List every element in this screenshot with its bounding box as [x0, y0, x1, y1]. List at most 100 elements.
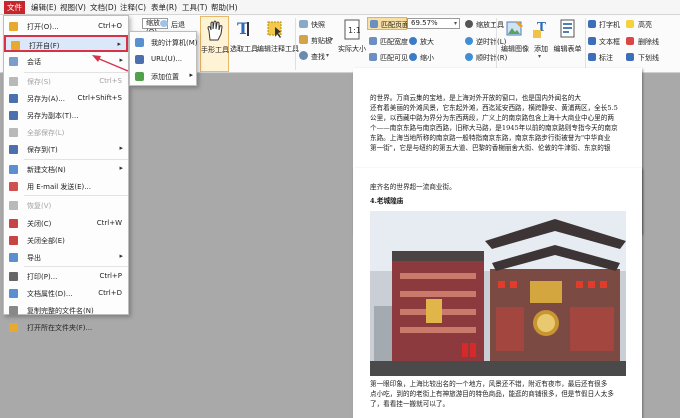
camera-icon	[299, 20, 308, 28]
strikeout-button[interactable]: 删除线	[638, 37, 659, 47]
select-text-button[interactable]: T 选取工具	[230, 16, 258, 72]
page1-text-line: 的世界。万商云集的宝地，是上海对外开放的窗口，也是国内外闻名的大	[370, 94, 581, 102]
highlight-icon	[626, 20, 634, 28]
page1-text-line: 个——南京东路与南京西路，旧称大马路，是1945年以前的南京路则专指今天的南京	[370, 124, 618, 132]
add-button[interactable]: T 添加 ▾	[531, 16, 551, 72]
menu-tools[interactable]: 工具(T)	[180, 2, 209, 13]
select-text-label: 选取工具	[230, 45, 258, 53]
menu-comment[interactable]: 注释(C)	[118, 2, 148, 13]
file-menu-item-document-properties[interactable]: 文档属性(D)... Ctrl+D	[4, 285, 128, 302]
file-menu-item-label: 导出	[27, 254, 41, 262]
snapshot-button[interactable]: 快照	[311, 20, 325, 30]
file-menu-item-shortcut: Ctrl+S	[99, 77, 122, 85]
submenu-item-label: URL(U)...	[151, 55, 183, 63]
edit-form-button[interactable]: 编辑表单	[552, 16, 583, 72]
file-menu-item-label: 打开所在文件夹(F)...	[27, 324, 93, 332]
file-menu-item-save[interactable]: 保存(S) Ctrl+S	[4, 73, 128, 90]
actual-size-button[interactable]: 1:1 实际大小	[337, 16, 367, 72]
underline-button[interactable]: 下划线	[638, 53, 659, 63]
toolbar-separator	[585, 18, 586, 70]
file-menu-item-save-as[interactable]: 另存为(A)... Ctrl+Shift+S	[4, 90, 128, 107]
file-menu-item-open-from[interactable]: 打开自(F) ▸	[4, 35, 128, 52]
file-menu-item-open-containing-folder[interactable]: 打开所在文件夹(F)...	[4, 319, 128, 336]
clipboard-dropdown-icon[interactable]: ▾	[330, 36, 333, 43]
file-menu-item-label: 复制完整的文件名(N)	[27, 307, 94, 315]
hand-icon	[207, 20, 223, 41]
menu-view[interactable]: 视图(V)	[58, 2, 88, 13]
clipboard-button[interactable]: 剪贴板	[311, 36, 332, 46]
submenu-item-my-computer[interactable]: 我的计算机(M)	[130, 34, 198, 51]
file-menu-item-shortcut: Ctrl+Shift+S	[77, 94, 122, 102]
edit-annotation-icon	[267, 21, 282, 38]
file-menu-item-label: 另存为副本(T)...	[27, 112, 79, 120]
submenu-arrow-icon: ▸	[119, 164, 123, 172]
page1-text-line: 第一街"，它是与纽约的第五大道、巴黎的香榭丽舍大街、伦敦的牛津街、东京的银	[370, 144, 611, 152]
file-menu: 打开(O)... Ctrl+O 打开自(F) ▸ 会话 ▸ 保存(S) Ctrl+S 另存为(A…	[3, 15, 129, 332]
url-icon	[135, 55, 144, 64]
page2-body-line: 座齐名的世界超一流商业街。	[370, 183, 456, 191]
toolbar-separator	[496, 18, 497, 70]
open-containing-folder-icon	[9, 323, 18, 332]
save-to-icon	[9, 145, 18, 154]
file-menu-item-save-as-copy[interactable]: 另存为副本(T)...	[4, 107, 128, 124]
menu-document[interactable]: 文档(D)	[88, 2, 119, 13]
strikeout-icon	[626, 37, 634, 45]
file-menu-item-open[interactable]: 打开(O)... Ctrl+O	[4, 18, 128, 35]
hand-tool-button[interactable]: 手形工具	[200, 16, 229, 72]
fit-width-button[interactable]: 匹配宽度	[380, 37, 408, 47]
edit-image-button[interactable]: 编辑图像	[499, 16, 531, 72]
save-all-icon	[9, 128, 18, 137]
rotate-left-icon	[465, 37, 473, 45]
submenu-arrow-icon: ▸	[119, 56, 123, 64]
textbox-button[interactable]: 文本框	[599, 37, 620, 47]
file-menu-item-export[interactable]: 导出 ▸	[4, 249, 128, 266]
find-button[interactable]: 查找	[311, 52, 325, 62]
menu-form[interactable]: 表单(R)	[149, 2, 179, 13]
typewriter-button[interactable]: 打字机	[599, 20, 620, 30]
menu-bar: 文件 编辑(E) 视图(V) 文档(D) 注释(C) 表单(R) 工具(T) 帮…	[0, 0, 680, 15]
file-menu-item-save-all[interactable]: 全部保存(L)	[4, 124, 128, 141]
page2-caption-text: 第一眼印象，上海比较出名的一个地方，风景还不错，附近有夜市，最后还有很多 点小吃，…	[370, 379, 628, 409]
textbox-icon	[588, 37, 596, 45]
file-menu-item-close-all[interactable]: 关闭全部(E)	[4, 232, 128, 249]
highlight-button[interactable]: 高亮	[638, 20, 652, 30]
rotate-right-icon	[465, 53, 473, 61]
find-dropdown-icon[interactable]: ▾	[326, 52, 329, 59]
file-menu-item-save-to[interactable]: 保存到(T) ▸	[4, 141, 128, 158]
edit-annotation-button[interactable]: 编辑注释工具	[257, 16, 299, 72]
menu-file[interactable]: 文件	[4, 1, 25, 14]
menu-separator	[24, 195, 128, 196]
menu-separator	[24, 72, 128, 73]
hand-tool-label: 手形工具	[201, 46, 229, 54]
new-document-icon	[9, 165, 18, 174]
file-menu-item-session[interactable]: 会话 ▸	[4, 53, 128, 70]
file-menu-item-new-document[interactable]: 新建文档(N) ▸	[4, 161, 128, 178]
callout-button[interactable]: 标注	[599, 53, 613, 63]
zoom-in-button[interactable]: 放大	[420, 37, 434, 47]
zoom-out-button[interactable]: 缩小	[420, 53, 434, 63]
typewriter-icon	[588, 20, 596, 28]
zoom-in-icon	[409, 37, 417, 45]
file-menu-item-email[interactable]: 用 E-mail 发送(E)...	[4, 178, 128, 195]
submenu-item-add-place[interactable]: 添加位置 ▸	[130, 68, 196, 85]
file-menu-item-print[interactable]: 打印(P)... Ctrl+P	[4, 268, 128, 285]
submenu-item-url[interactable]: URL(U)...	[130, 51, 196, 68]
page1-text-line: 东路。上海当地所称的南京路一般特指南京东路，南京东路步行街被誉为"中华商业	[370, 134, 611, 142]
file-menu-item-label: 打开(O)...	[27, 23, 59, 31]
page1-body-text: 的世界。万商云集的宝地，是上海对外开放的窗口，也是国内外闻名的大 还有着美丽的外滩…	[370, 93, 628, 153]
fit-page-button[interactable]: 匹配页面	[367, 17, 409, 30]
page2-caption-line: 了，看看挂一搬就可以了。	[370, 400, 450, 408]
fit-page-icon	[370, 20, 378, 28]
menu-help[interactable]: 帮助(H)	[209, 2, 240, 13]
submenu-arrow-icon: ▸	[119, 144, 123, 152]
back-button[interactable]: 后退	[171, 20, 185, 30]
zoom-level-combo[interactable]: 69.57% ▾	[407, 18, 460, 29]
page1-text-line: 公里，以西藏中路为界分为东西两段，广义上的南京路包含上海十大商业中心里的两	[370, 114, 614, 122]
zoom-tool-dropdown-icon[interactable]: ▾	[492, 20, 495, 27]
file-menu-item-label: 保存(S)	[27, 78, 51, 86]
file-menu-item-close[interactable]: 关闭(C) Ctrl+W	[4, 215, 128, 232]
menu-edit[interactable]: 编辑(E)	[29, 2, 59, 13]
file-menu-item-copy-full-filename[interactable]: 复制完整的文件名(N)	[4, 302, 128, 319]
fit-visible-button[interactable]: 匹配可见	[380, 53, 408, 63]
file-menu-item-revert[interactable]: 恢复(V)	[4, 197, 128, 214]
